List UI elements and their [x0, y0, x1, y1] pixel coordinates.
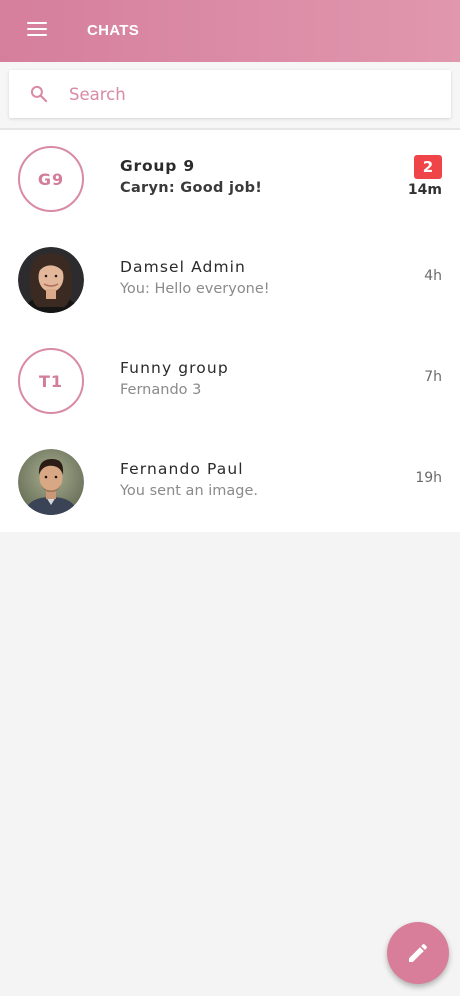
chat-preview: You: Hello everyone! — [120, 281, 270, 297]
chat-preview: Fernando 3 — [120, 382, 202, 398]
avatar — [18, 449, 84, 515]
chat-name: Fernando Paul — [120, 460, 244, 478]
chat-item-fernando-paul[interactable]: Fernando Paul You sent an image. 19h — [0, 433, 460, 534]
pencil-icon — [409, 943, 428, 962]
hamburger-menu-icon[interactable] — [27, 22, 49, 40]
compose-button[interactable] — [387, 922, 449, 984]
chat-time: 19h — [415, 470, 442, 486]
chat-time: 7h — [424, 369, 442, 385]
app-header: CHATS — [0, 0, 460, 62]
chat-item-group-9[interactable]: G9 Group 9 Caryn: Good job! 2 14m — [0, 130, 460, 231]
chat-item-funny-group[interactable]: T1 Funny group Fernando 3 7h — [0, 332, 460, 433]
group-avatar: T1 — [18, 348, 84, 414]
chat-item-damsel-admin[interactable]: Damsel Admin You: Hello everyone! 4h — [0, 231, 460, 332]
chat-name: Damsel Admin — [120, 258, 246, 276]
chat-list: G9 Group 9 Caryn: Good job! 2 14m Damsel… — [0, 130, 460, 532]
avatar — [18, 247, 84, 313]
chat-name: Funny group — [120, 359, 229, 377]
search-bar[interactable] — [9, 70, 451, 118]
search-icon — [30, 85, 48, 103]
page-title: CHATS — [87, 22, 140, 39]
chat-preview: Caryn: Good job! — [120, 180, 263, 196]
group-avatar: G9 — [18, 146, 84, 212]
chat-time: 4h — [424, 268, 442, 284]
chat-preview: You sent an image. — [120, 483, 259, 499]
chat-time: 14m — [407, 182, 442, 198]
chat-name: Group 9 — [120, 157, 195, 175]
search-area — [0, 62, 460, 128]
unread-badge: 2 — [414, 155, 442, 179]
search-input[interactable] — [69, 82, 429, 106]
